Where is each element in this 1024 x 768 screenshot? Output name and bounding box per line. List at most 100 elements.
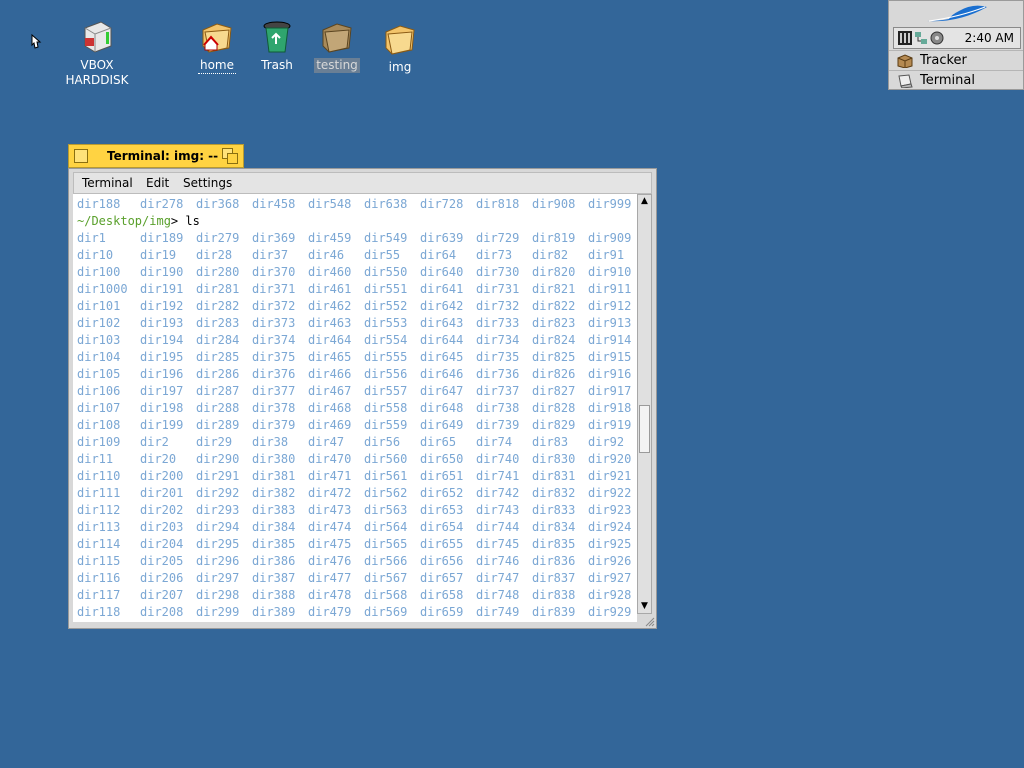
directory-entry: dir384 xyxy=(252,520,296,534)
window-title-tab[interactable]: Terminal: img: -- xyxy=(68,144,244,168)
directory-entry: dir567 xyxy=(364,571,408,585)
directory-entry: dir208 xyxy=(140,605,184,619)
directory-entry: dir116 xyxy=(77,571,121,585)
deskbar-app-terminal[interactable]: Terminal xyxy=(889,70,1023,90)
directory-entry: dir190 xyxy=(140,265,184,279)
directory-entry: dir657 xyxy=(420,571,464,585)
directory-entry: dir643 xyxy=(420,316,464,330)
directory-entry: dir645 xyxy=(420,350,464,364)
menu-terminal[interactable]: Terminal xyxy=(82,176,133,190)
directory-entry: dir199 xyxy=(140,418,184,432)
directory-entry: dir822 xyxy=(532,299,576,313)
folder-icon xyxy=(382,22,418,56)
directory-entry: dir380 xyxy=(252,452,296,466)
directory-entry: dir735 xyxy=(476,350,520,364)
directory-entry: dir927 xyxy=(588,571,632,585)
directory-entry: dir73 xyxy=(476,248,513,262)
scrollbar-thumb[interactable] xyxy=(639,405,650,453)
network-icon[interactable] xyxy=(914,31,928,45)
directory-entry: dir279 xyxy=(196,231,240,245)
directory-entry: dir910 xyxy=(588,265,632,279)
directory-entry: dir832 xyxy=(532,486,576,500)
directory-entry: dir638 xyxy=(364,197,408,211)
directory-entry: dir10 xyxy=(77,248,114,262)
volume-icon[interactable] xyxy=(930,31,944,45)
terminal-output[interactable]: dir188 dir278 dir368 dir458 dir548 dir638 dir7… xyxy=(73,194,637,622)
directory-entry: dir461 xyxy=(308,282,352,296)
directory-entry: dir102 xyxy=(77,316,121,330)
directory-entry: dir566 xyxy=(364,554,408,568)
directory-entry: dir908 xyxy=(532,197,576,211)
desktop-icon-vbox-harddisk[interactable]: VBOX HARDDISK xyxy=(52,20,142,88)
directory-entry: dir207 xyxy=(140,588,184,602)
directory-entry: dir283 xyxy=(196,316,240,330)
menu-edit[interactable]: Edit xyxy=(146,176,169,190)
directory-entry: dir378 xyxy=(252,401,296,415)
vertical-scrollbar[interactable]: ▲ ▼ xyxy=(637,194,652,614)
directory-entry: dir64 xyxy=(420,248,457,262)
directory-entry: dir472 xyxy=(308,486,352,500)
directory-entry: dir478 xyxy=(308,588,352,602)
directory-entry: dir278 xyxy=(140,197,184,211)
scroll-down-arrow-icon[interactable]: ▼ xyxy=(638,600,651,613)
close-button[interactable] xyxy=(74,149,88,163)
directory-entry: dir463 xyxy=(308,316,352,330)
directory-entry: dir55 xyxy=(364,248,401,262)
directory-entry: dir470 xyxy=(308,452,352,466)
directory-entry: dir381 xyxy=(252,469,296,483)
directory-entry: dir382 xyxy=(252,486,296,500)
directory-entry: dir288 xyxy=(196,401,240,415)
directory-entry: dir193 xyxy=(140,316,184,330)
directory-entry: dir474 xyxy=(308,520,352,534)
directory-entry: dir287 xyxy=(196,384,240,398)
directory-entry: dir549 xyxy=(364,231,408,245)
directory-entry: dir11 xyxy=(77,452,114,466)
directory-entry: dir294 xyxy=(196,520,240,534)
directory-entry: dir829 xyxy=(532,418,576,432)
directory-entry: dir469 xyxy=(308,418,352,432)
directory-entry: dir372 xyxy=(252,299,296,313)
directory-entry: dir295 xyxy=(196,537,240,551)
directory-entry: dir479 xyxy=(308,605,352,619)
directory-entry: dir746 xyxy=(476,554,520,568)
directory-entry: dir639 xyxy=(420,231,464,245)
directory-entry: dir473 xyxy=(308,503,352,517)
directory-entry: dir191 xyxy=(140,282,184,296)
directory-entry: dir558 xyxy=(364,401,408,415)
directory-entry: dir369 xyxy=(252,231,296,245)
directory-entry: dir371 xyxy=(252,282,296,296)
cpu-monitor-icon[interactable] xyxy=(898,31,912,45)
directory-entry: dir28 xyxy=(196,248,233,262)
system-tray: 2:40 AM xyxy=(893,27,1021,49)
resize-grip-icon[interactable] xyxy=(645,617,655,627)
directory-entry: dir476 xyxy=(308,554,352,568)
menu-settings[interactable]: Settings xyxy=(183,176,232,190)
prompt-command: > ls xyxy=(170,214,200,228)
directory-entry: dir738 xyxy=(476,401,520,415)
deskbar-app-tracker[interactable]: Tracker xyxy=(889,50,1023,70)
scroll-up-arrow-icon[interactable]: ▲ xyxy=(638,195,651,208)
directory-entry: dir290 xyxy=(196,452,240,466)
directory-entry: dir548 xyxy=(308,197,352,211)
directory-entry: dir464 xyxy=(308,333,352,347)
directory-entry: dir292 xyxy=(196,486,240,500)
directory-entry: dir38 xyxy=(252,435,289,449)
directory-entry: dir826 xyxy=(532,367,576,381)
directory-entry: dir835 xyxy=(532,537,576,551)
desktop-icon-img[interactable]: img xyxy=(355,22,445,75)
directory-entry: dir733 xyxy=(476,316,520,330)
directory-entry: dir652 xyxy=(420,486,464,500)
directory-entry: dir477 xyxy=(308,571,352,585)
directory-entry: dir559 xyxy=(364,418,408,432)
directory-entry: dir641 xyxy=(420,282,464,296)
zoom-button[interactable] xyxy=(222,148,238,164)
leaf-menu-button[interactable] xyxy=(889,1,1023,27)
directory-entry: dir189 xyxy=(140,231,184,245)
directory-entry: dir201 xyxy=(140,486,184,500)
directory-entry: dir284 xyxy=(196,333,240,347)
directory-entry: dir926 xyxy=(588,554,632,568)
directory-entry: dir194 xyxy=(140,333,184,347)
directory-entry: dir386 xyxy=(252,554,296,568)
directory-entry: dir475 xyxy=(308,537,352,551)
clock[interactable]: 2:40 AM xyxy=(965,31,1014,45)
